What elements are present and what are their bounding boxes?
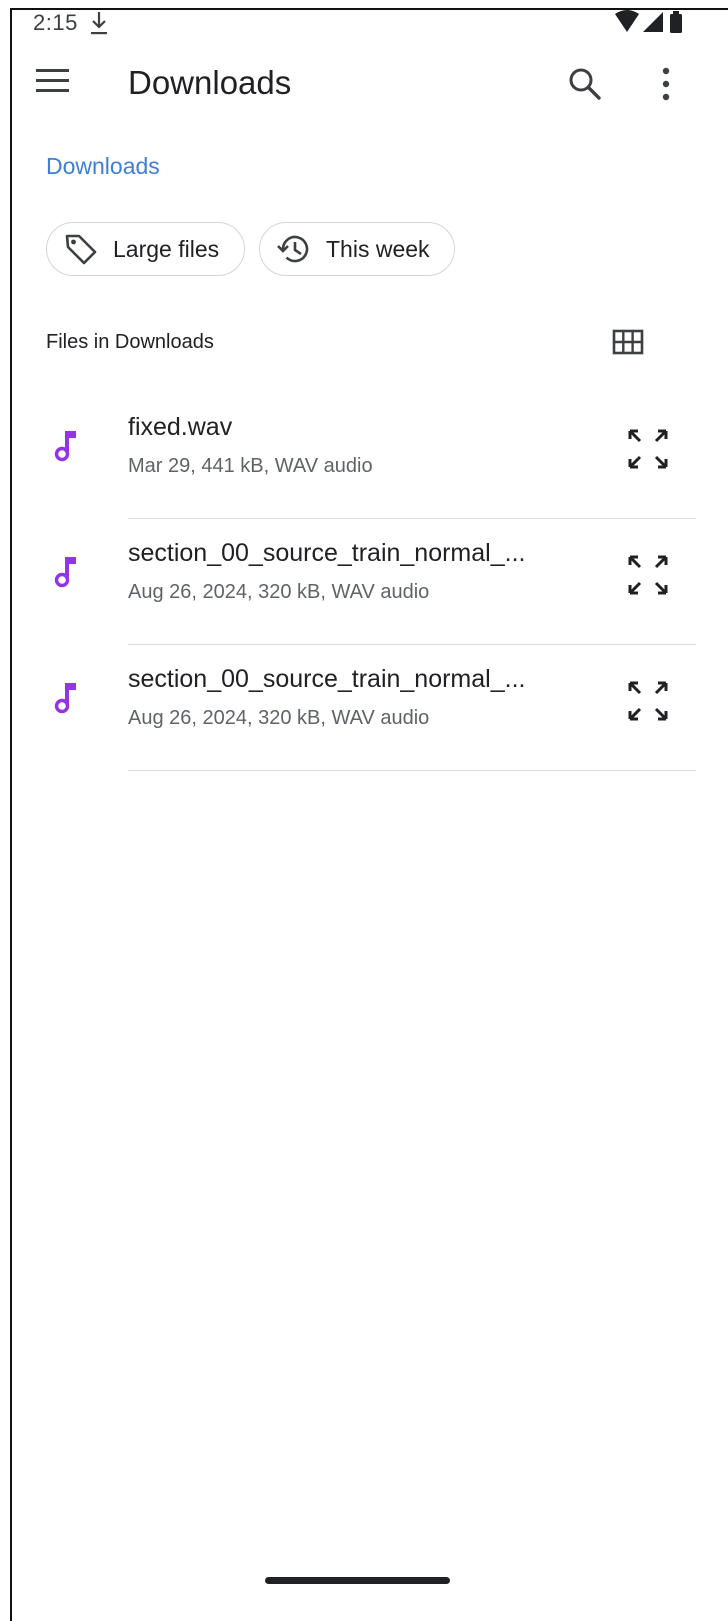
search-icon[interactable]: [567, 66, 603, 107]
tag-icon: [65, 234, 97, 265]
download-status-icon: [89, 10, 109, 41]
file-meta: Aug 26, 2024, 320 kB, WAV audio: [128, 581, 430, 603]
chip-large-files[interactable]: Large files: [46, 222, 245, 276]
menu-icon[interactable]: [36, 68, 70, 99]
battery-icon: [670, 11, 682, 33]
grid-view-icon[interactable]: [612, 329, 644, 360]
wifi-icon: [615, 10, 639, 32]
status-time: 2:15: [33, 10, 78, 35]
file-meta: Aug 26, 2024, 320 kB, WAV audio: [128, 707, 430, 729]
gesture-nav-handle[interactable]: [265, 1577, 450, 1584]
file-name: section_00_source_train_normal_...: [128, 665, 526, 693]
status-indicators: [613, 10, 693, 39]
status-bar: 2:15: [33, 8, 693, 36]
music-note-icon: [54, 427, 80, 468]
more-options-icon[interactable]: [655, 66, 677, 107]
page-title: Downloads: [128, 64, 292, 101]
chip-label: This week: [326, 235, 430, 262]
expand-icon[interactable]: [626, 553, 670, 602]
row-divider: [128, 770, 696, 771]
file-row[interactable]: section_00_source_train_normal_... Aug 2…: [0, 645, 728, 771]
chip-label: Large files: [113, 235, 220, 262]
file-row[interactable]: section_00_source_train_normal_... Aug 2…: [0, 519, 728, 645]
expand-icon[interactable]: [626, 679, 670, 728]
chip-this-week[interactable]: This week: [259, 222, 455, 276]
app-bar: Downloads: [0, 50, 728, 120]
file-meta: Mar 29, 441 kB, WAV audio: [128, 455, 373, 477]
file-row[interactable]: fixed.wav Mar 29, 441 kB, WAV audio: [0, 393, 728, 519]
history-icon: [277, 235, 309, 263]
expand-icon[interactable]: [626, 427, 670, 476]
file-name: fixed.wav: [128, 413, 233, 441]
file-name: section_00_source_train_normal_...: [128, 539, 526, 567]
music-note-icon: [54, 679, 80, 720]
breadcrumb[interactable]: Downloads: [46, 153, 160, 180]
section-header: Files in Downloads: [46, 331, 214, 353]
signal-icon: [643, 12, 663, 32]
music-note-icon: [54, 553, 80, 594]
